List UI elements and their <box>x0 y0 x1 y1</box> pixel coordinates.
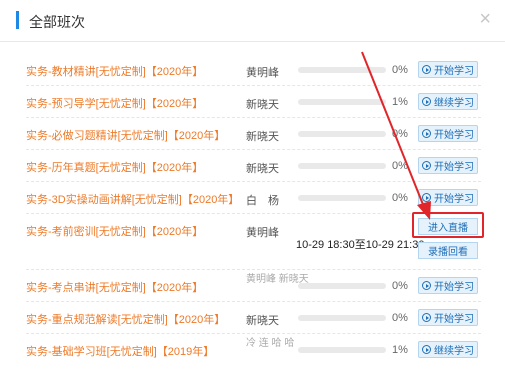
button-label: 继续学习 <box>434 346 474 357</box>
button-label: 开始学习 <box>434 282 474 293</box>
close-icon[interactable]: × <box>479 9 491 29</box>
course-link[interactable]: 实务-考点串讲[无忧定制]【2020年】 <box>26 279 203 295</box>
list-item: 实务-预习导学[无忧定制]【2020年】 新晓天 1% 继续学习 <box>26 86 481 118</box>
button-label: 开始学习 <box>434 162 474 173</box>
dialog-title: 全部班次 <box>29 14 85 30</box>
annotation-highlight-box <box>412 212 484 238</box>
progress-percent: 0% <box>392 192 408 204</box>
progress-bar <box>298 99 386 105</box>
play-icon <box>422 281 431 290</box>
course-link[interactable]: 实务-基础学习班[无忧定制]【2019年】 <box>26 343 214 359</box>
list-item: 实务-必做习题精讲[无忧定制]【2020年】 新晓天 0% 开始学习 <box>26 118 481 150</box>
play-icon <box>422 161 431 170</box>
teacher-name: 新晓天 <box>246 163 279 175</box>
course-link[interactable]: 实务-必做习题精讲[无忧定制]【2020年】 <box>26 127 225 143</box>
play-icon <box>422 65 431 74</box>
start-study-button[interactable]: 开始学习 <box>418 309 478 326</box>
live-time-range: 10-29 18:30至10-29 21:30 <box>296 239 425 251</box>
play-icon <box>422 97 431 106</box>
play-icon <box>422 345 431 354</box>
progress-bar <box>298 163 386 169</box>
progress-percent: 0% <box>392 280 408 292</box>
progress-bar <box>298 67 386 73</box>
all-classes-dialog: 全部班次 × 实务-教材精讲[无忧定制]【2020年】 黄明峰 0% 开始学习 … <box>0 0 505 392</box>
title-accent-bar <box>16 11 19 29</box>
start-study-button[interactable]: 开始学习 <box>418 189 478 206</box>
start-study-button[interactable]: 开始学习 <box>418 125 478 142</box>
course-link[interactable]: 实务-3D实操动画讲解[无忧定制]【2020年】 <box>26 191 239 207</box>
dialog-header: 全部班次 × <box>0 0 505 42</box>
course-link[interactable]: 实务-预习导学[无忧定制]【2020年】 <box>26 95 203 111</box>
course-link[interactable]: 实务-重点规范解读[无忧定制]【2020年】 <box>26 311 225 327</box>
progress-bar <box>298 195 386 201</box>
list-item: 实务-重点规范解读[无忧定制]【2020年】 新晓天 0% 开始学习 <box>26 302 481 334</box>
continue-study-button[interactable]: 继续学习 <box>418 93 478 110</box>
teacher-name: 黄明峰 <box>246 227 279 239</box>
teacher-name: 新晓天 <box>246 99 279 111</box>
teacher-name: 黄明峰 新晓天 <box>246 274 309 285</box>
progress-percent: 0% <box>392 312 408 324</box>
continue-study-button[interactable]: 继续学习 <box>418 341 478 358</box>
teacher-name: 冷 连 哈 哈 <box>246 338 295 349</box>
progress-percent: 0% <box>392 64 408 76</box>
teacher-name: 新晓天 <box>246 131 279 143</box>
course-link[interactable]: 实务-考前密训[无忧定制]【2020年】 <box>26 223 203 239</box>
play-icon <box>422 129 431 138</box>
replay-button[interactable]: 录播回看 <box>418 242 478 259</box>
list-item: 实务-历年真题[无忧定制]【2020年】 新晓天 0% 开始学习 <box>26 150 481 182</box>
course-link[interactable]: 实务-教材精讲[无忧定制]【2020年】 <box>26 63 203 79</box>
teacher-name: 白 杨 <box>246 195 279 207</box>
button-label: 开始学习 <box>434 314 474 325</box>
list-item: 实务-考点串讲[无忧定制]【2020年】 黄明峰 新晓天 0% 开始学习 <box>26 270 481 302</box>
start-study-button[interactable]: 开始学习 <box>418 61 478 78</box>
progress-percent: 0% <box>392 160 408 172</box>
button-label: 开始学习 <box>434 194 474 205</box>
list-item: 实务-基础学习班[无忧定制]【2019年】 冷 连 哈 哈 1% 继续学习 <box>26 334 481 366</box>
list-item-live: 实务-考前密训[无忧定制]【2020年】 黄明峰 10-29 18:30至10-… <box>26 212 484 270</box>
progress-percent: 0% <box>392 128 408 140</box>
list-item: 实务-教材精讲[无忧定制]【2020年】 黄明峰 0% 开始学习 <box>26 54 481 86</box>
button-label: 继续学习 <box>434 98 474 109</box>
progress-bar <box>298 131 386 137</box>
start-study-button[interactable]: 开始学习 <box>418 277 478 294</box>
progress-bar <box>298 315 386 321</box>
progress-bar <box>298 347 386 353</box>
button-label: 开始学习 <box>434 130 474 141</box>
progress-percent: 1% <box>392 96 408 108</box>
teacher-name: 新晓天 <box>246 315 279 327</box>
progress-bar <box>298 283 386 289</box>
progress-percent: 1% <box>392 344 408 356</box>
teacher-name: 黄明峰 <box>246 67 279 79</box>
course-link[interactable]: 实务-历年真题[无忧定制]【2020年】 <box>26 159 203 175</box>
list-item: 实务-3D实操动画讲解[无忧定制]【2020年】 白 杨 0% 开始学习 <box>26 182 481 214</box>
play-icon <box>422 193 431 202</box>
start-study-button[interactable]: 开始学习 <box>418 157 478 174</box>
button-label: 开始学习 <box>434 66 474 77</box>
class-list: 实务-教材精讲[无忧定制]【2020年】 黄明峰 0% 开始学习 实务-预习导学… <box>26 54 484 366</box>
play-icon <box>422 313 431 322</box>
